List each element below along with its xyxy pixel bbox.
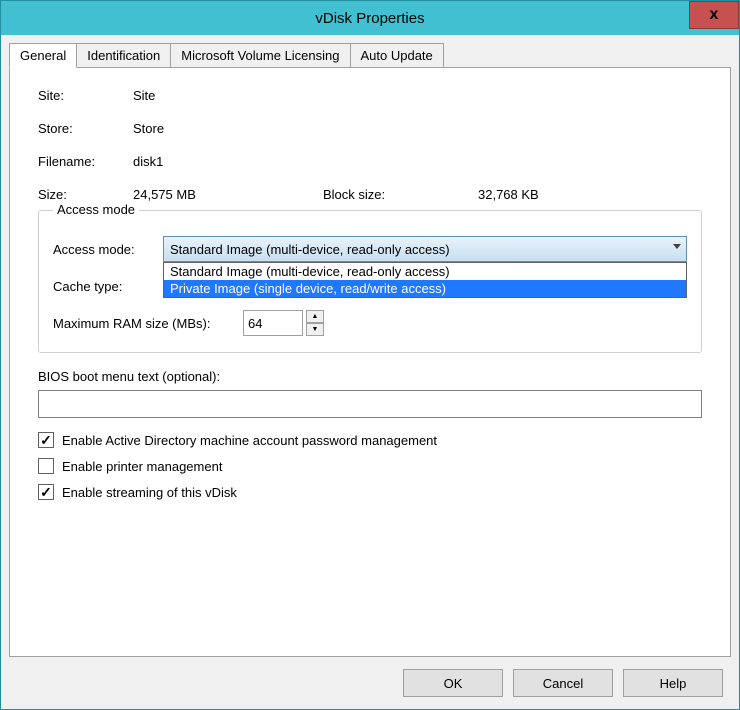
block-size-value: 32,768 KB <box>478 187 702 202</box>
ok-button[interactable]: OK <box>403 669 503 697</box>
access-mode-dropdown-wrap: Standard Image (multi-device, read-only … <box>163 236 687 262</box>
dropdown-option-private[interactable]: Private Image (single device, read/write… <box>164 280 686 297</box>
spinner-up-button[interactable]: ▲ <box>306 310 324 323</box>
tab-content: Site: Site Store: Store Filename: disk1 … <box>9 67 731 657</box>
dropdown-option-standard[interactable]: Standard Image (multi-device, read-only … <box>164 263 686 280</box>
site-row: Site: Site <box>38 88 702 103</box>
spinner-down-button[interactable]: ▼ <box>306 323 324 336</box>
access-mode-selected: Standard Image (multi-device, read-only … <box>170 242 450 257</box>
store-row: Store: Store <box>38 121 702 136</box>
chevron-up-icon: ▲ <box>312 313 319 320</box>
close-button[interactable]: x <box>689 1 739 29</box>
window-title: vDisk Properties <box>315 10 424 27</box>
access-mode-label: Access mode: <box>53 242 163 257</box>
access-mode-dropdown-list: Standard Image (multi-device, read-only … <box>163 262 687 298</box>
printer-mgmt-checkbox[interactable] <box>38 458 54 474</box>
size-label: Size: <box>38 187 133 202</box>
chevron-down-icon <box>673 244 681 249</box>
ad-mgmt-row: Enable Active Directory machine account … <box>38 432 702 448</box>
block-size-label: Block size: <box>323 187 478 202</box>
titlebar: vDisk Properties x <box>1 1 739 35</box>
ram-size-row: Maximum RAM size (MBs): ▲ ▼ <box>53 310 687 336</box>
access-mode-dropdown[interactable]: Standard Image (multi-device, read-only … <box>163 236 687 262</box>
ad-mgmt-checkbox[interactable] <box>38 432 54 448</box>
streaming-row: Enable streaming of this vDisk <box>38 484 702 500</box>
cancel-button[interactable]: Cancel <box>513 669 613 697</box>
printer-mgmt-row: Enable printer management <box>38 458 702 474</box>
site-label: Site: <box>38 88 133 103</box>
window-body: General Identification Microsoft Volume … <box>1 35 739 709</box>
tab-identification[interactable]: Identification <box>76 43 171 67</box>
bios-input[interactable] <box>38 390 702 418</box>
size-row: Size: 24,575 MB Block size: 32,768 KB <box>38 187 702 202</box>
ram-size-label: Maximum RAM size (MBs): <box>53 316 243 331</box>
ram-size-spinner: ▲ ▼ <box>243 310 324 336</box>
size-value: 24,575 MB <box>133 187 323 202</box>
filename-value: disk1 <box>133 154 702 169</box>
ram-size-input[interactable] <box>243 310 303 336</box>
access-mode-legend: Access mode <box>53 202 139 217</box>
bios-label: BIOS boot menu text (optional): <box>38 369 702 384</box>
window: vDisk Properties x General Identificatio… <box>0 0 740 710</box>
cache-type-label: Cache type: <box>53 279 163 294</box>
tab-bar: General Identification Microsoft Volume … <box>9 43 731 67</box>
store-value: Store <box>133 121 702 136</box>
store-label: Store: <box>38 121 133 136</box>
access-mode-fieldset: Access mode Access mode: Standard Image … <box>38 210 702 353</box>
button-bar: OK Cancel Help <box>9 657 731 701</box>
site-value: Site <box>133 88 702 103</box>
tab-licensing[interactable]: Microsoft Volume Licensing <box>170 43 350 67</box>
close-icon: x <box>710 6 719 24</box>
help-button[interactable]: Help <box>623 669 723 697</box>
filename-row: Filename: disk1 <box>38 154 702 169</box>
streaming-checkbox[interactable] <box>38 484 54 500</box>
bios-section: BIOS boot menu text (optional): <box>38 369 702 418</box>
tab-auto-update[interactable]: Auto Update <box>350 43 444 67</box>
streaming-label: Enable streaming of this vDisk <box>62 485 237 500</box>
filename-label: Filename: <box>38 154 133 169</box>
printer-mgmt-label: Enable printer management <box>62 459 222 474</box>
access-mode-row: Access mode: Standard Image (multi-devic… <box>53 236 687 262</box>
chevron-down-icon: ▼ <box>312 326 319 333</box>
spinner-buttons: ▲ ▼ <box>306 310 324 336</box>
ad-mgmt-label: Enable Active Directory machine account … <box>62 433 437 448</box>
tab-general[interactable]: General <box>9 43 77 68</box>
